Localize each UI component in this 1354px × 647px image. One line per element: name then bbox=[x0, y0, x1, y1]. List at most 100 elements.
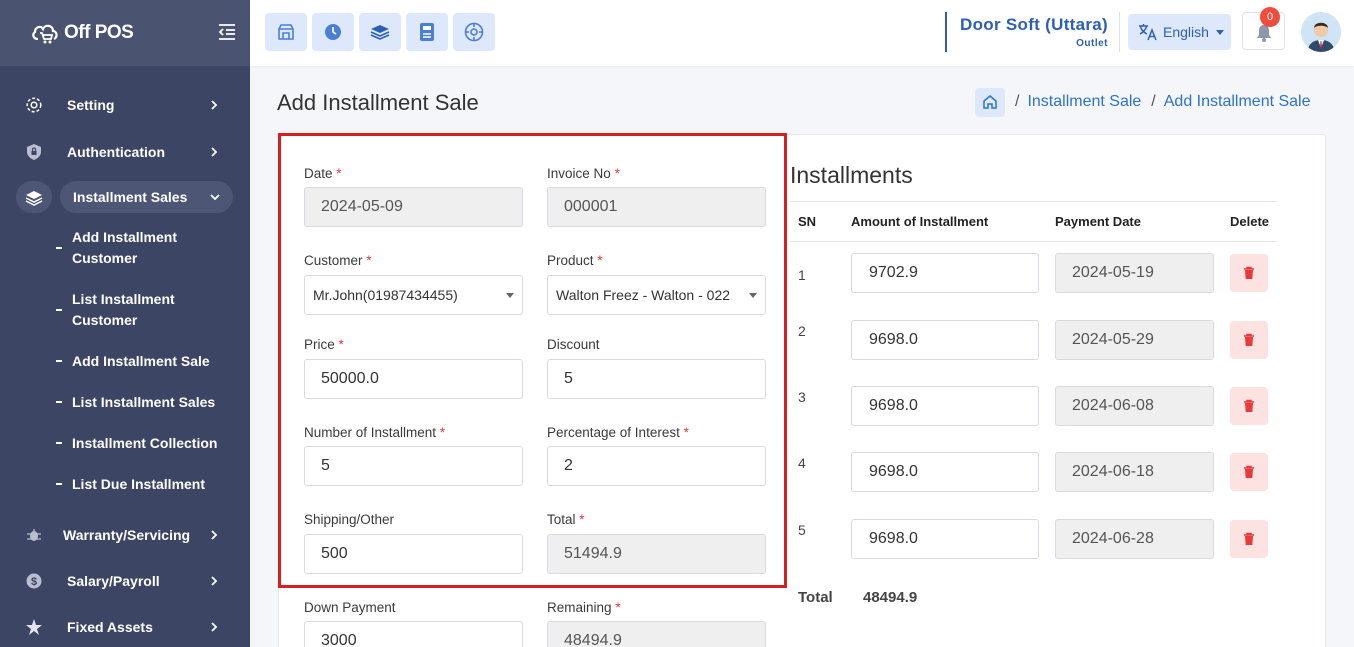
sidebar-item-fixed-assets[interactable]: Fixed Assets bbox=[0, 609, 250, 645]
breadcrumb-home[interactable] bbox=[975, 87, 1005, 117]
customer-label: Customer * bbox=[304, 253, 372, 268]
installment-amount-field[interactable]: 9698.0 bbox=[851, 320, 1039, 360]
svg-text:$: $ bbox=[31, 576, 37, 588]
breadcrumb: / Installment Sale / Add Installment Sal… bbox=[975, 87, 1311, 117]
submenu-label: Add Installment Sale bbox=[72, 353, 210, 369]
logo-bar: Off POS bbox=[0, 0, 250, 66]
caret-down-icon bbox=[1216, 30, 1224, 35]
interest-field[interactable]: 2 bbox=[547, 446, 766, 486]
row-sn: 1 bbox=[798, 267, 806, 283]
notification-badge: 0 bbox=[1260, 7, 1280, 27]
column-header-payment-date: Payment Date bbox=[1055, 214, 1141, 229]
row-sn: 5 bbox=[798, 522, 806, 538]
sidebar-item-label: Salary/Payroll bbox=[67, 573, 160, 589]
delete-row-button[interactable] bbox=[1230, 453, 1268, 491]
user-avatar-icon bbox=[1301, 12, 1341, 52]
sidebar-item-warranty-servicing[interactable]: Warranty/Servicing bbox=[0, 517, 250, 553]
payment-date-field[interactable]: 2024-05-19 bbox=[1055, 253, 1214, 293]
product-select[interactable]: Walton Freez - Walton - 022 bbox=[547, 275, 766, 315]
sidebar-item-label: Fixed Assets bbox=[67, 619, 153, 635]
total-field: 51494.9 bbox=[547, 534, 766, 574]
dashboard-button[interactable] bbox=[453, 13, 495, 51]
breadcrumb-current: Add Installment Sale bbox=[1163, 93, 1311, 110]
installments-total-label: Total bbox=[798, 589, 833, 606]
layers-icon bbox=[370, 25, 390, 40]
customer-value: Mr.John(01987434455) bbox=[313, 287, 458, 303]
down-payment-field[interactable]: 3000 bbox=[304, 621, 523, 647]
store-icon bbox=[278, 24, 294, 40]
chevron-right-icon bbox=[211, 622, 218, 632]
sidebar-item-setting[interactable]: Setting bbox=[0, 87, 250, 123]
trash-icon bbox=[1244, 532, 1254, 545]
payment-date-field[interactable]: 2024-06-18 bbox=[1055, 452, 1214, 492]
submenu-label: List Installment Sales bbox=[72, 394, 216, 410]
installment-amount-field[interactable]: 9698.0 bbox=[851, 519, 1039, 559]
submenu-label: Add Installment Customer bbox=[72, 229, 178, 266]
clock-button[interactable] bbox=[312, 13, 354, 51]
delete-row-button[interactable] bbox=[1230, 321, 1268, 359]
down-payment-label: Down Payment bbox=[304, 600, 396, 615]
store-button[interactable] bbox=[265, 13, 307, 51]
language-selector[interactable]: English bbox=[1128, 14, 1231, 50]
calculator-icon bbox=[420, 23, 434, 41]
interest-label: Percentage of Interest * bbox=[547, 425, 689, 440]
sidebar-item-installment-sales[interactable]: Installment Sales bbox=[0, 181, 250, 217]
dashboard-icon bbox=[464, 22, 484, 42]
home-icon bbox=[983, 95, 997, 109]
chevron-right-icon bbox=[211, 576, 218, 586]
price-label: Price * bbox=[304, 337, 344, 352]
delete-row-button[interactable] bbox=[1230, 254, 1268, 292]
trash-icon bbox=[1244, 333, 1254, 346]
installment-amount-field[interactable]: 9698.0 bbox=[851, 386, 1039, 426]
payment-date-field[interactable]: 2024-06-28 bbox=[1055, 519, 1214, 559]
delete-row-button[interactable] bbox=[1230, 387, 1268, 425]
row-sn: 3 bbox=[798, 389, 806, 405]
chevron-right-icon bbox=[211, 100, 218, 110]
sidebar-item-label: Installment Sales bbox=[73, 189, 188, 205]
delete-row-button[interactable] bbox=[1230, 520, 1268, 558]
num-installment-label: Number of Installment * bbox=[304, 425, 446, 440]
outlet-type: Outlet bbox=[1076, 38, 1108, 49]
submenu-label: List Due Installment bbox=[72, 476, 206, 492]
avatar[interactable] bbox=[1301, 12, 1341, 52]
date-label: Date * bbox=[304, 166, 342, 181]
installment-amount-field[interactable]: 9698.0 bbox=[851, 452, 1039, 492]
shipping-label: Shipping/Other bbox=[304, 512, 395, 527]
breadcrumb-item[interactable]: Installment Sale bbox=[1027, 93, 1141, 111]
price-field[interactable]: 50000.0 bbox=[304, 359, 523, 399]
cloud-cart-logo-icon bbox=[32, 24, 58, 44]
installment-amount-field[interactable]: 9702.9 bbox=[851, 253, 1039, 293]
chevron-right-icon bbox=[211, 147, 218, 157]
payment-date-field[interactable]: 2024-06-08 bbox=[1055, 386, 1214, 426]
num-installment-field[interactable]: 5 bbox=[304, 446, 523, 486]
column-header-delete: Delete bbox=[1230, 214, 1270, 229]
caret-down-icon bbox=[749, 293, 757, 298]
outlet-selector[interactable]: Door Soft (Uttara) Outlet bbox=[945, 12, 1120, 52]
dollar-icon: $ bbox=[26, 573, 42, 589]
calculator-button[interactable] bbox=[406, 13, 448, 51]
caret-down-icon bbox=[506, 293, 514, 298]
gear-icon bbox=[26, 97, 42, 113]
sidebar-item-salary-payroll[interactable]: $ Salary/Payroll bbox=[0, 563, 250, 599]
sidebar-item-label: Warranty/Servicing bbox=[63, 527, 191, 543]
sidebar: Off POS Setting Authentication Installme… bbox=[0, 0, 250, 647]
topbar: Door Soft (Uttara) Outlet English 0 bbox=[250, 0, 1354, 66]
layers-button[interactable] bbox=[359, 13, 401, 51]
row-sn: 2 bbox=[798, 323, 806, 339]
chevron-down-icon bbox=[210, 194, 220, 201]
payment-date-field[interactable]: 2024-05-29 bbox=[1055, 320, 1214, 360]
submenu-label: List Installment Customer bbox=[72, 291, 175, 328]
sidebar-item-authentication[interactable]: Authentication bbox=[0, 134, 250, 170]
sidebar-collapse-icon[interactable] bbox=[217, 22, 237, 42]
discount-field[interactable]: 5 bbox=[547, 359, 766, 399]
trash-icon bbox=[1244, 399, 1254, 412]
submenu-label: Installment Collection bbox=[72, 435, 218, 451]
layers-icon bbox=[25, 191, 43, 206]
customer-select[interactable]: Mr.John(01987434455) bbox=[304, 275, 523, 315]
shipping-field[interactable]: 500 bbox=[304, 534, 523, 574]
installments-title: Installments bbox=[790, 162, 913, 188]
invoice-no-label: Invoice No * bbox=[547, 166, 620, 181]
invoice-no-field: 000001 bbox=[547, 187, 766, 227]
language-label: English bbox=[1163, 24, 1209, 40]
date-field[interactable]: 2024-05-09 bbox=[304, 187, 523, 227]
